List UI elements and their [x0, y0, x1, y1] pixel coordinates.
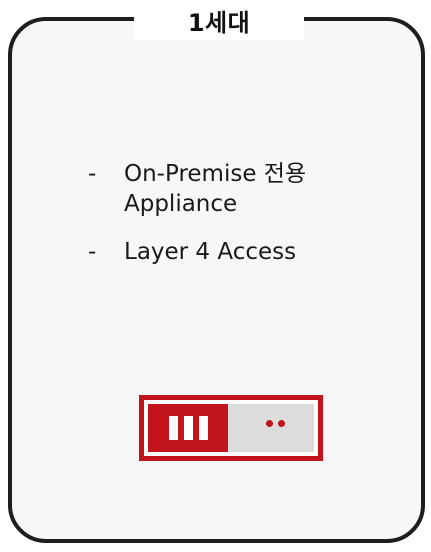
appliance-status-panel	[228, 404, 314, 452]
card-title-cutout: 1세대	[134, 0, 304, 40]
status-led	[266, 420, 273, 427]
status-led	[278, 420, 285, 427]
feature-item-appliance: - On-Premise 전용 Appliance	[88, 159, 408, 219]
appliance-bar	[198, 416, 208, 440]
feature-item-access: - Layer 4 Access	[88, 237, 408, 267]
bullet-dash: -	[88, 161, 97, 187]
card-title: 1세대	[187, 8, 251, 37]
generation-card: - On-Premise 전용 Appliance - Layer 4 Acce…	[8, 17, 425, 543]
server-appliance-icon	[139, 395, 323, 461]
appliance-bars-panel	[148, 404, 228, 452]
appliance-bar	[168, 416, 178, 440]
appliance-bar	[183, 416, 193, 440]
appliance-body	[148, 404, 314, 452]
feature-text: Layer 4 Access	[124, 239, 297, 265]
feature-text: On-Premise 전용 Appliance	[124, 161, 307, 217]
bullet-dash: -	[88, 239, 97, 265]
feature-list: - On-Premise 전용 Appliance - Layer 4 Acce…	[88, 159, 408, 285]
generation-diagram: - On-Premise 전용 Appliance - Layer 4 Acce…	[0, 0, 431, 552]
